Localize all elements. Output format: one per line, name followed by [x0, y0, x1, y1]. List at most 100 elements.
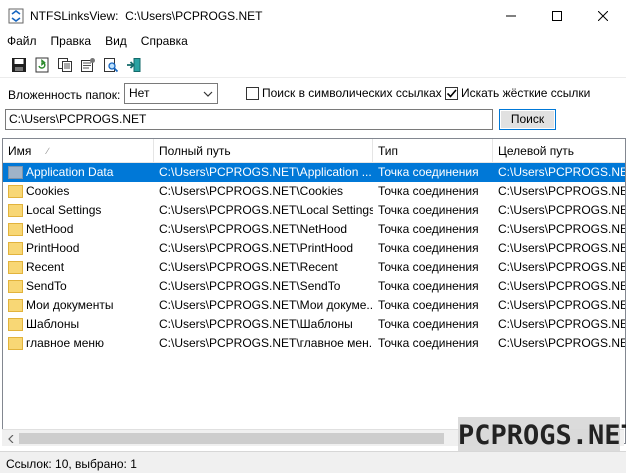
cell-path: C:\Users\PCPROGS.NET\Recent: [159, 260, 338, 274]
cell-path: C:\Users\PCPROGS.NET\Шаблоны: [159, 317, 353, 331]
column-header-type-label: Тип: [378, 144, 399, 158]
menu-view[interactable]: Вид: [98, 31, 134, 51]
properties-icon: [81, 57, 95, 72]
copy-button[interactable]: [54, 54, 76, 76]
table-row[interactable]: NetHood C:\Users\PCPROGS.NET\NetHood Точка…: [3, 220, 625, 239]
cell-target: C:\Users\PCPROGS.NET: [493, 163, 625, 182]
table-row[interactable]: SendTo C:\Users\PCPROGS.NET\SendTo Точка с…: [3, 277, 625, 296]
column-header-type[interactable]: Тип: [373, 139, 493, 163]
scroll-left-button[interactable]: [2, 430, 19, 447]
find-button[interactable]: [100, 54, 122, 76]
cell-name: Recent: [3, 258, 154, 277]
sort-arrow-icon: ∕: [47, 146, 49, 156]
folder-icon: [8, 299, 23, 312]
copy-icon: [58, 57, 72, 72]
table-row[interactable]: Application Data C:\Users\PCPROGS.NET\App…: [3, 163, 625, 182]
cell-name-text: Мои документы: [26, 298, 114, 312]
cell-path: C:\Users\PCPROGS.NET\PrintHood: [159, 241, 354, 255]
cell-name: Шаблоны: [3, 315, 154, 334]
folder-icon: [8, 223, 23, 236]
cell-target: C:\Users\PCPROGS.NET: [498, 336, 626, 350]
table-row[interactable]: Мои документы C:\Users\PCPROGS.NET\Мои до…: [3, 296, 626, 315]
cell-name: NetHood: [3, 220, 154, 239]
toolbar: [0, 52, 626, 78]
column-header-name[interactable]: Имя ∕: [3, 139, 154, 163]
cell-type: Точка соединения: [378, 222, 479, 236]
folder-icon: [8, 166, 23, 179]
cell-type: Точка соединения: [378, 279, 479, 293]
cell-path: C:\Users\PCPROGS.NET\Cookies: [159, 184, 344, 198]
hardlink-checkbox[interactable]: [445, 87, 458, 100]
column-header-path[interactable]: Полный путь: [154, 139, 373, 163]
exit-icon: [127, 57, 141, 72]
table-row[interactable]: Шаблоны C:\Users\PCPROGS.NET\Шаблоны Точка…: [3, 315, 625, 334]
list-rows: Application Data C:\Users\PCPROGS.NET\App…: [3, 163, 626, 353]
column-header-target-label: Целевой путь: [498, 144, 575, 158]
cell-type: Точка соединения: [378, 203, 479, 217]
maximize-button[interactable]: [534, 0, 580, 31]
folder-icon: [8, 337, 23, 350]
cell-name: Cookies: [3, 182, 154, 201]
minimize-button[interactable]: [488, 0, 534, 31]
table-row[interactable]: Cookies C:\Users\PCPROGS.NET\Cookies Точка…: [3, 182, 626, 201]
table-row[interactable]: Local Settings C:\Users\PCPROGS.NET\Local…: [3, 201, 626, 220]
menu-file[interactable]: Файл: [0, 31, 44, 51]
cell-target: C:\Users\PCPROGS.NET: [498, 241, 626, 255]
cell-target: C:\Users\PCPROGS.NET: [498, 298, 626, 312]
cell-name: SendTo: [3, 277, 154, 296]
symlink-checkbox[interactable]: [246, 87, 259, 100]
path-input[interactable]: C:\Users\PCPROGS.NET: [5, 109, 493, 130]
search-button[interactable]: Поиск: [499, 109, 556, 130]
cell-type: Точка соединения: [378, 260, 479, 274]
find-icon: [104, 57, 119, 72]
hardlink-label: Искать жёсткие ссылки: [461, 86, 591, 100]
menu-edit[interactable]: Правка: [44, 31, 99, 51]
properties-button[interactable]: [77, 54, 99, 76]
menu-help[interactable]: Справка: [134, 31, 195, 51]
folder-icon: [8, 185, 23, 198]
links-list[interactable]: Имя ∕ Полный путь Тип Целевой путь Appli…: [2, 138, 626, 444]
cell-name: Application Data: [3, 163, 154, 182]
column-header-target[interactable]: Целевой путь: [493, 139, 625, 163]
watermark: PCPROGS.NET: [458, 417, 626, 455]
status-text: Ссылок: 10, выбрано: 1: [6, 457, 137, 471]
folder-icon: [8, 204, 23, 217]
folder-icon: [8, 242, 23, 255]
cell-path: C:\Users\PCPROGS.NET\Local Settings: [159, 203, 373, 217]
cell-name-text: главное меню: [26, 336, 105, 350]
nesting-select[interactable]: Нет: [124, 83, 218, 104]
folder-icon: [8, 318, 23, 331]
cell-name-text: Local Settings: [26, 203, 102, 217]
scroll-thumb[interactable]: [19, 433, 444, 444]
cell-type: Точка соединения: [378, 317, 479, 331]
table-row[interactable]: PrintHood C:\Users\PCPROGS.NET\PrintHood Т…: [3, 239, 626, 258]
cell-name-text: Recent: [26, 260, 65, 274]
column-header-name-label: Имя: [8, 144, 32, 158]
save-button[interactable]: [8, 54, 30, 76]
table-row[interactable]: Recent C:\Users\PCPROGS.NET\Recent Точка с…: [3, 258, 625, 277]
cell-name-text: Шаблоны: [26, 317, 80, 331]
folder-icon: [8, 280, 23, 293]
cell-type: Точка соединения: [378, 241, 479, 255]
cell-name-text: Cookies: [26, 184, 70, 198]
title-bar: NTFSLinksView: C:\Users\PCPROGS.NET: [0, 0, 626, 31]
cell-target: C:\Users\PCPROGS.NET: [498, 184, 626, 198]
list-header: Имя ∕ Полный путь Тип Целевой путь: [3, 139, 625, 163]
cell-name-text: PrintHood: [26, 241, 80, 255]
nesting-label: Вложенность папок:: [8, 88, 121, 102]
menu-bar: Файл Правка Вид Справка: [0, 31, 626, 51]
exit-button[interactable]: [123, 54, 145, 76]
refresh-button[interactable]: [31, 54, 53, 76]
minimize-icon: [506, 15, 516, 16]
cell-type: Точка соединения: [373, 163, 493, 182]
table-row[interactable]: главное меню C:\Users\PCPROGS.NET\главное…: [3, 334, 626, 353]
cell-name-text: NetHood: [26, 222, 74, 236]
cell-name: главное меню: [3, 334, 154, 353]
refresh-icon: [35, 57, 49, 72]
cell-target: C:\Users\PCPROGS.NET: [498, 203, 626, 217]
status-bar: Ссылок: 10, выбрано: 1: [0, 451, 626, 473]
close-button[interactable]: [580, 0, 626, 31]
cell-path: C:\Users\PCPROGS.NET\Мои докуме...: [159, 298, 373, 312]
checkmark-icon: [446, 89, 457, 98]
column-header-path-label: Полный путь: [159, 144, 231, 158]
